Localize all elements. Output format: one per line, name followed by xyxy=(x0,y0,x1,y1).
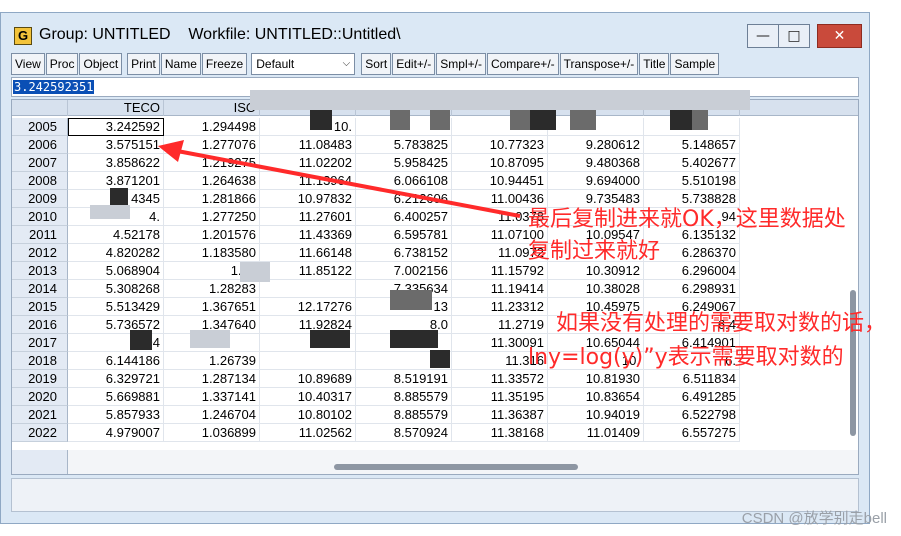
watermark: CSDN @放学别走bell xyxy=(741,510,887,527)
annotation-text-1: 最后复制进来就OK，这里数据处 xyxy=(528,207,846,232)
annotation-text-4: lny=log(y)”y表示需要取对数的 xyxy=(528,345,844,370)
annotation-text-3: 如果没有处理的需要取对数的话， xyxy=(556,311,887,336)
annotation-text-2: 复制过来就好 xyxy=(528,239,661,264)
annotation-arrow xyxy=(158,140,521,218)
